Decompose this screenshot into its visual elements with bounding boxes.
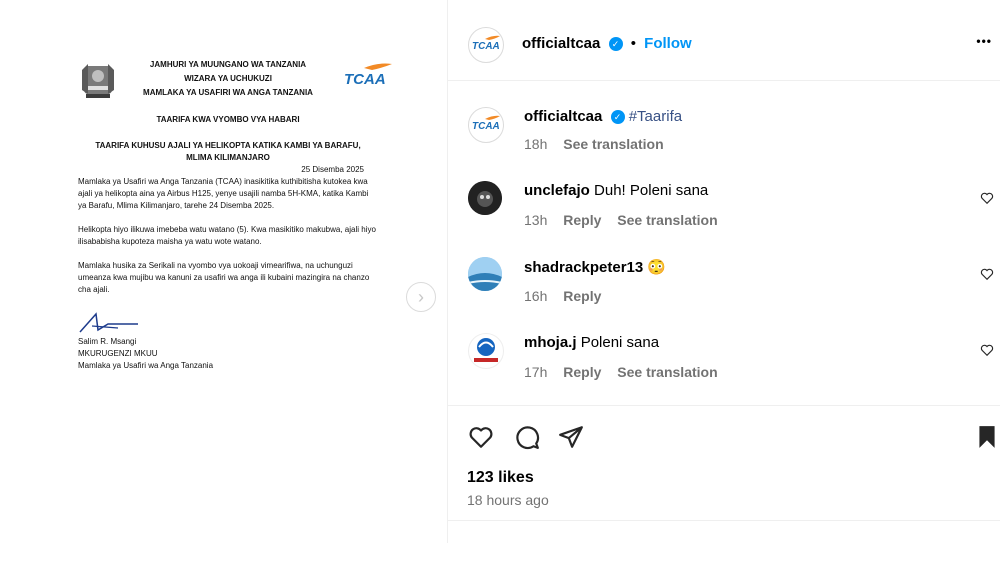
tcaa-avatar-icon: TCAA <box>472 115 500 132</box>
post-header: TCAA officialtcaa ✓ • Follow ••• <box>448 0 1000 81</box>
doc-paragraph-1: Mamlaka ya Usafiri wa Anga Tanzania (TCA… <box>78 177 369 210</box>
like-comment-icon[interactable] <box>980 267 994 281</box>
comment-item: mhoja.j Poleni sana 17h Reply See transl… <box>448 328 1000 388</box>
reply-button[interactable]: Reply <box>563 288 601 304</box>
comment-text: Poleni sana <box>580 334 660 351</box>
likes-count[interactable]: 123 likes <box>467 469 534 487</box>
signer-title: MKURUGENZI MKUU <box>78 349 158 358</box>
separator-dot: • <box>630 35 636 52</box>
doc-paragraph-3: Mamlaka husika za Serikali na vyombo vya… <box>78 261 370 294</box>
divider <box>448 520 1000 521</box>
avatar-photo-icon <box>468 181 502 215</box>
chevron-right-icon: › <box>418 286 424 307</box>
comment-see-translation[interactable]: See translation <box>617 364 717 380</box>
reply-button[interactable]: Reply <box>563 212 601 228</box>
verified-icon: ✓ <box>608 37 623 52</box>
signer-name: Salim R. Msangi <box>78 337 137 346</box>
tcaa-avatar-icon: TCAA <box>472 35 500 52</box>
comment-age: 13h <box>524 212 548 228</box>
doc-subtitle: TAARIFA KWA VYOMBO VYA HABARI <box>156 115 300 124</box>
heart-icon[interactable] <box>468 424 494 450</box>
comment-age: 16h <box>524 288 548 304</box>
comment-age: 17h <box>524 364 548 380</box>
share-icon[interactable] <box>558 424 584 450</box>
post-timestamp: 18 hours ago <box>467 492 549 508</box>
commenter-name[interactable]: shadrackpeter13 <box>524 259 643 276</box>
commenter-avatar[interactable] <box>468 181 502 215</box>
signer-org: Mamlaka ya Usafiri wa Anga Tanzania <box>78 361 214 370</box>
more-options-icon[interactable]: ••• <box>976 34 992 48</box>
doc-headline-1: TAARIFA KUHUSU AJALI YA HELIKOPTA KATIKA… <box>95 141 361 150</box>
account-name[interactable]: officialtcaa <box>522 35 600 52</box>
commenter-name[interactable]: unclefajo <box>524 182 590 199</box>
reply-button[interactable]: Reply <box>563 364 601 380</box>
follow-button[interactable]: Follow <box>644 35 692 52</box>
comment-item: unclefajo Duh! Poleni sana 13h Reply See… <box>448 176 1000 236</box>
svg-text:TCAA: TCAA <box>472 41 500 52</box>
doc-header-2: WIZARA YA UCHUKUZI <box>184 74 272 83</box>
caption-age: 18h <box>524 136 548 152</box>
comment-text: Duh! Poleni sana <box>594 182 709 199</box>
bookmark-icon[interactable] <box>974 424 1000 450</box>
doc-header-3: MAMLAKA YA USAFIRI WA ANGA TANZANIA <box>143 88 313 97</box>
comment-icon[interactable] <box>514 424 540 450</box>
press-release: JAMHURI YA MUUNGANO WA TANZANIA WIZARA Y… <box>78 58 378 372</box>
like-comment-icon[interactable] <box>980 191 994 205</box>
svg-text:TCAA: TCAA <box>472 121 500 132</box>
caption: TCAA officialtcaa ✓ #Taarifa 18h See tra… <box>448 100 1000 160</box>
hashtag-link[interactable]: #Taarifa <box>629 108 682 125</box>
next-slide-button[interactable]: › <box>406 282 436 312</box>
doc-paragraph-2: Helikopta hiyo ilikuwa imebeba watu wata… <box>78 225 376 246</box>
doc-headline-2: MLIMA KILIMANJARO <box>186 153 270 162</box>
avatar-logo-icon <box>474 338 498 362</box>
post-image: TCAA JAMHURI YA MUUNGANO WA TANZANIA WIZ… <box>0 0 447 543</box>
caption-account-name[interactable]: officialtcaa <box>524 108 602 125</box>
commenter-avatar[interactable] <box>468 257 502 291</box>
page-bottom <box>0 543 1000 563</box>
signature-icon <box>79 312 138 333</box>
comment-text: 😳 <box>647 259 667 276</box>
comment-see-translation[interactable]: See translation <box>617 212 717 228</box>
doc-header-1: JAMHURI YA MUUNGANO WA TANZANIA <box>149 60 307 69</box>
doc-date: 25 Disemba 2025 <box>301 165 364 174</box>
caption-avatar[interactable]: TCAA <box>468 107 504 143</box>
post-side-panel: TCAA officialtcaa ✓ • Follow ••• TCAA of… <box>447 0 1000 543</box>
comment-item: shadrackpeter13 😳 16h Reply <box>448 252 1000 312</box>
like-comment-icon[interactable] <box>980 343 994 357</box>
commenter-name[interactable]: mhoja.j <box>524 334 577 351</box>
account-avatar[interactable]: TCAA <box>468 27 504 63</box>
avatar-photo-icon <box>468 257 502 291</box>
verified-icon: ✓ <box>610 110 625 125</box>
caption-see-translation[interactable]: See translation <box>563 136 663 152</box>
commenter-avatar[interactable] <box>468 333 504 369</box>
